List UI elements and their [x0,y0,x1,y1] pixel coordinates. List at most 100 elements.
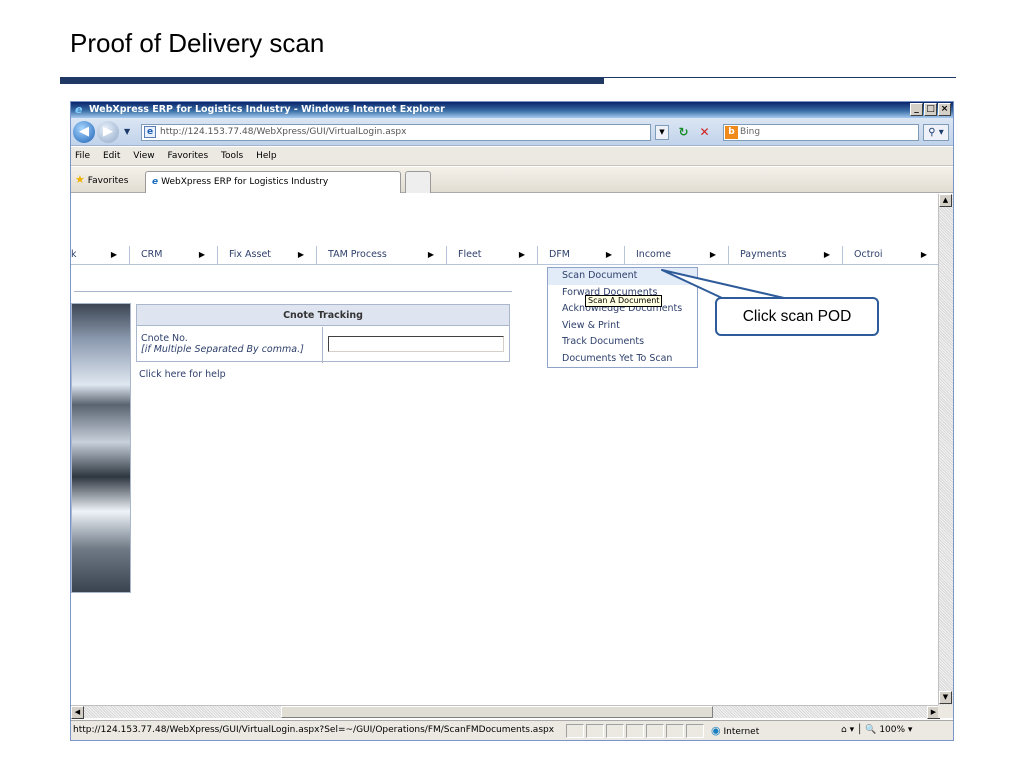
menu-help[interactable]: Help [256,151,277,161]
slide-title: Proof of Delivery scan [70,28,325,58]
menu-item-label: TAM Process [328,249,387,260]
logistics-photo [71,303,131,593]
menu-item-label: CRM [141,249,163,260]
bing-icon: b [725,126,738,139]
maximize-button[interactable]: □ [924,103,937,116]
zoom-level: 100% [879,725,906,735]
callout-click-scan-pod: Click scan POD [715,297,879,336]
minimize-button[interactable]: _ [910,103,923,116]
favorites-button[interactable]: ★ Favorites [75,173,128,186]
history-dropdown-icon[interactable]: ▼ [124,127,130,136]
menu-file[interactable]: File [75,151,90,161]
status-cells [566,724,704,738]
menu-bar: File Edit View Favorites Tools Help [71,147,953,166]
globe-icon: ◉ [711,724,721,737]
tab-label: WebXpress ERP for Logistics Industry [161,177,329,187]
menu-item-label: Income [636,249,671,260]
menu-item-income[interactable]: Income ▶ [625,246,729,265]
page-content: k ▶ CRM ▶ Fix Asset ▶ TAM Process ▶ Flee… [71,194,940,718]
menu-item-octroi[interactable]: Octroi ▶ [843,246,939,265]
horizontal-scroll-thumb[interactable] [281,706,713,718]
horizontal-scrollbar[interactable]: ◀ ▶ [71,705,940,719]
status-url: http://124.153.77.48/WebXpress/GUI/Virtu… [73,725,555,735]
window-titlebar: e WebXpress ERP for Logistics Industry - … [71,102,953,118]
security-zone: ◉ Internet [711,721,759,742]
zoom-control[interactable]: ⌂ ▾ │ 🔍 100% ▾ [841,721,912,740]
protected-mode-icon: ⌂ ▾ │ 🔍 [841,725,877,735]
new-tab-button[interactable] [405,171,431,193]
zoom-dropdown-icon: ▾ [907,725,913,735]
menu-item-fix-asset[interactable]: Fix Asset ▶ [218,246,317,265]
menu-arrow-icon: ▶ [297,250,304,259]
cnote-divider [322,327,323,363]
cnote-label-block: Cnote No. [if Multiple Separated By comm… [141,333,304,355]
scroll-down-button[interactable]: ▼ [939,691,952,704]
menu-tools[interactable]: Tools [221,151,243,161]
address-bar[interactable]: e http://124.153.77.48/WebXpress/GUI/Vir… [141,124,651,141]
menu-arrow-icon: ▶ [198,250,205,259]
scroll-left-button[interactable]: ◀ [71,706,84,719]
tab-ie-icon: e [152,177,159,187]
browser-tab[interactable]: e WebXpress ERP for Logistics Industry [145,171,401,193]
cnote-label: Cnote No. [141,333,188,344]
scan-tooltip: Scan A Document [585,295,663,307]
menu-item-label: k [71,249,77,260]
menu-item-k[interactable]: k ▶ [71,246,130,265]
menu-arrow-icon: ▶ [823,250,830,259]
menu-item-payments[interactable]: Payments ▶ [729,246,843,265]
vertical-scrollbar[interactable]: ▲ ▼ [938,194,953,718]
menu-item-label: Payments [740,249,787,260]
cnote-number-input[interactable] [328,336,504,352]
page-icon: e [144,126,156,138]
menu-item-fleet[interactable]: Fleet ▶ [447,246,538,265]
menu-item-tam-process[interactable]: TAM Process ▶ [317,246,447,265]
title-rule-thin [604,77,956,78]
menu-arrow-icon: ▶ [110,250,117,259]
menu-item-label: Octroi [854,249,883,260]
address-text: http://124.153.77.48/WebXpress/GUI/Virtu… [160,127,407,137]
star-icon: ★ [75,173,85,186]
dropdown-item-view-print[interactable]: View & Print [548,318,697,335]
menu-item-label: DFM [549,249,570,260]
window-controls: _ □ × [910,103,951,116]
menu-arrow-icon: ▶ [427,250,434,259]
browser-window: e WebXpress ERP for Logistics Industry - … [70,101,954,741]
menu-arrow-icon: ▶ [920,250,927,259]
dropdown-item-track-documents[interactable]: Track Documents [548,334,697,351]
menu-arrow-icon: ▶ [605,250,612,259]
back-arrow-icon[interactable]: ◀ [73,121,95,143]
menu-view[interactable]: View [133,151,154,161]
menu-arrow-icon: ▶ [518,250,525,259]
dfm-dropdown-menu: Scan Document Forward Documents Acknowle… [547,267,698,368]
search-input[interactable]: b Bing [723,124,919,141]
cnote-hint: [if Multiple Separated By comma.] [141,344,304,355]
forward-arrow-icon[interactable]: ▶ [97,121,119,143]
zone-label: Internet [723,727,760,737]
dropdown-item-documents-yet-to-scan[interactable]: Documents Yet To Scan [548,351,697,368]
close-button[interactable]: × [938,103,951,116]
size-grip[interactable] [938,705,953,718]
content-divider [74,291,512,292]
scroll-up-button[interactable]: ▲ [939,194,952,207]
menu-favorites[interactable]: Favorites [167,151,208,161]
window-title: WebXpress ERP for Logistics Industry - W… [89,104,445,115]
menu-item-dfm[interactable]: DFM ▶ [538,246,625,265]
menu-edit[interactable]: Edit [103,151,120,161]
menu-item-label: Fleet [458,249,482,260]
refresh-icon[interactable]: ↻ [675,124,692,141]
dropdown-item-scan-document[interactable]: Scan Document [548,268,697,285]
favorites-label: Favorites [87,176,129,186]
stop-icon[interactable]: ✕ [696,124,713,141]
favorites-bar: ★ Favorites e WebXpress ERP for Logistics… [71,167,953,193]
ie-logo-icon: e [75,103,83,116]
search-icon[interactable]: ⚲ ▾ [923,124,949,141]
help-link[interactable]: Click here for help [139,369,226,380]
cnote-tracking-panel: Cnote Tracking Cnote No. [if Multiple Se… [136,304,510,363]
address-dropdown-button[interactable]: ▼ [655,125,669,140]
menu-item-crm[interactable]: CRM ▶ [130,246,218,265]
menu-arrow-icon: ▶ [709,250,716,259]
app-menu-bar: k ▶ CRM ▶ Fix Asset ▶ TAM Process ▶ Flee… [71,246,940,265]
search-placeholder: Bing [740,127,761,137]
menu-item-label: Fix Asset [229,249,272,260]
cnote-heading: Cnote Tracking [137,305,509,326]
